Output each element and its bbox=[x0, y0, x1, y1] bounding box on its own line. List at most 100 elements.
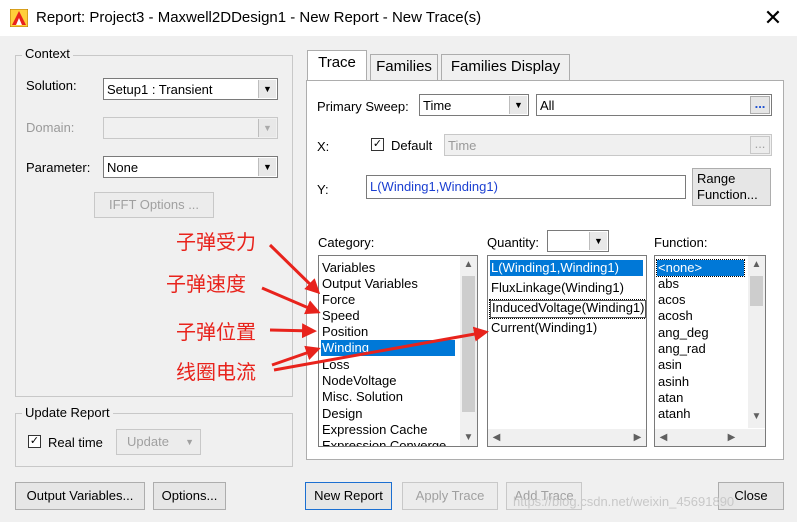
primary-sweep-value: Time bbox=[423, 98, 452, 113]
parameter-value: None bbox=[107, 160, 139, 175]
list-item[interactable]: Misc. Solution bbox=[321, 389, 403, 405]
context-legend: Context bbox=[22, 46, 73, 61]
scroll-thumb[interactable] bbox=[750, 276, 763, 306]
chevron-up-icon[interactable]: ▲ bbox=[460, 256, 477, 273]
function-list[interactable]: <none> abs acos acosh ang_deg ang_rad as… bbox=[654, 255, 766, 447]
list-item[interactable]: ang_rad bbox=[657, 341, 706, 357]
list-item[interactable]: NodeVoltage bbox=[321, 373, 396, 389]
solution-label: Solution: bbox=[26, 78, 77, 93]
chevron-down-icon[interactable]: ▼ bbox=[509, 96, 527, 114]
x-ellipsis-button[interactable]: ... bbox=[750, 136, 770, 154]
chevron-down-icon[interactable]: ▼ bbox=[460, 429, 477, 446]
range-function-button[interactable]: Range Function... bbox=[692, 168, 771, 206]
watermark: https://blog.csdn.net/weixin_45691890 bbox=[513, 494, 735, 509]
chevron-down-icon[interactable]: ▼ bbox=[748, 408, 765, 425]
x-value: Time bbox=[448, 138, 477, 153]
list-item[interactable]: Expression Converge bbox=[321, 438, 446, 446]
list-item[interactable]: asin bbox=[657, 357, 682, 373]
new-report-button[interactable]: New Report bbox=[305, 482, 392, 510]
list-item[interactable]: acosh bbox=[657, 308, 693, 324]
chevron-right-icon[interactable]: ▶ bbox=[629, 429, 646, 446]
solution-select[interactable]: Setup1 : Transient ▼ bbox=[103, 78, 278, 100]
y-field[interactable]: L(Winding1,Winding1) bbox=[366, 175, 686, 199]
range-function-line2: Function... bbox=[697, 187, 758, 202]
list-item[interactable]: atanh bbox=[657, 406, 691, 422]
scroll-thumb[interactable] bbox=[462, 276, 475, 412]
realtime-label: Real time bbox=[48, 435, 103, 450]
tab-trace[interactable]: Trace bbox=[307, 50, 367, 80]
ifft-options-button[interactable]: IFFT Options ... bbox=[94, 192, 214, 218]
y-value: L(Winding1,Winding1) bbox=[370, 179, 498, 194]
default-checkbox[interactable]: ✓ bbox=[371, 138, 384, 151]
list-item[interactable]: acos bbox=[657, 292, 685, 308]
list-item[interactable]: FluxLinkage(Winding1) bbox=[490, 280, 624, 296]
function-hscrollbar[interactable]: ◀ ▶ bbox=[655, 429, 765, 446]
list-item[interactable]: Force bbox=[321, 292, 355, 308]
chevron-up-icon[interactable]: ▲ bbox=[748, 256, 765, 273]
chevron-down-icon[interactable]: ▼ bbox=[258, 80, 276, 98]
chevron-down-icon[interactable]: ▼ bbox=[589, 232, 607, 250]
window-title: Report: Project3 - Maxwell2DDesign1 - Ne… bbox=[36, 9, 482, 26]
update-button-label: Update bbox=[127, 434, 169, 449]
list-item-selected[interactable]: L(Winding1,Winding1) bbox=[490, 260, 643, 276]
list-item[interactable]: atan bbox=[657, 390, 683, 406]
sweep-range-value: All bbox=[540, 98, 555, 113]
list-item-selected[interactable]: Winding bbox=[321, 340, 455, 356]
tab-families-display[interactable]: Families Display bbox=[441, 54, 570, 80]
annotation-bullet-force: 子弹受力 bbox=[176, 232, 256, 254]
list-item[interactable]: Output Variables bbox=[321, 276, 418, 292]
annotation-coil-current: 线圈电流 bbox=[176, 362, 256, 384]
list-item[interactable]: Current(Winding1) bbox=[490, 320, 597, 336]
list-item[interactable]: Speed bbox=[321, 308, 360, 324]
realtime-checkbox[interactable]: ✓ bbox=[28, 435, 41, 448]
app-icon bbox=[10, 9, 28, 27]
function-scrollbar[interactable]: ▲ ▼ bbox=[748, 256, 765, 428]
quantity-hscrollbar[interactable]: ◀ ▶ bbox=[488, 429, 646, 446]
primary-sweep-label: Primary Sweep: bbox=[317, 99, 409, 114]
list-item-selected[interactable]: <none> bbox=[656, 259, 745, 277]
parameter-select[interactable]: None ▼ bbox=[103, 156, 278, 178]
sweep-range-field[interactable]: All bbox=[536, 94, 772, 116]
tab-families[interactable]: Families bbox=[370, 54, 438, 80]
default-label: Default bbox=[391, 138, 433, 153]
parameter-label: Parameter: bbox=[26, 160, 91, 175]
chevron-right-icon[interactable]: ▶ bbox=[723, 429, 740, 446]
quantity-filter-select[interactable]: ▼ bbox=[547, 230, 609, 252]
category-label: Category: bbox=[318, 235, 375, 250]
list-item-hover[interactable]: InducedVoltage(Winding1) bbox=[489, 299, 646, 319]
sweep-range-ellipsis-button[interactable]: ... bbox=[750, 96, 770, 114]
list-item[interactable]: Design bbox=[321, 406, 362, 422]
update-report-legend: Update Report bbox=[22, 405, 113, 420]
primary-sweep-select[interactable]: Time ▼ bbox=[419, 94, 529, 116]
update-button[interactable]: Update ▼ bbox=[116, 429, 201, 455]
close-icon[interactable]: ✕ bbox=[758, 4, 788, 32]
list-item[interactable]: abs bbox=[657, 276, 679, 292]
domain-label: Domain: bbox=[26, 120, 75, 135]
function-label: Function: bbox=[654, 235, 708, 250]
apply-trace-button[interactable]: Apply Trace bbox=[402, 482, 498, 510]
list-item[interactable]: asinh bbox=[657, 374, 689, 390]
annotation-bullet-position: 子弹位置 bbox=[176, 322, 256, 344]
category-list[interactable]: Variables Output Variables Force Speed P… bbox=[318, 255, 478, 447]
domain-select[interactable]: ▼ bbox=[103, 117, 278, 139]
options-button[interactable]: Options... bbox=[153, 482, 226, 510]
chevron-down-icon: ▼ bbox=[258, 119, 276, 137]
quantity-list[interactable]: L(Winding1,Winding1) FluxLinkage(Winding… bbox=[487, 255, 647, 447]
x-field[interactable]: Time bbox=[444, 134, 772, 156]
output-variables-button[interactable]: Output Variables... bbox=[15, 482, 145, 510]
list-item[interactable]: Variables bbox=[321, 260, 375, 276]
range-function-line1: Range bbox=[697, 171, 736, 186]
chevron-left-icon[interactable]: ◀ bbox=[488, 429, 505, 446]
y-label: Y: bbox=[317, 182, 329, 197]
x-label: X: bbox=[317, 139, 330, 154]
list-item[interactable]: ang_deg bbox=[657, 325, 709, 341]
category-scrollbar[interactable]: ▲ ▼ bbox=[460, 256, 477, 446]
chevron-down-icon[interactable]: ▼ bbox=[258, 158, 276, 176]
list-item[interactable]: Expression Cache bbox=[321, 422, 428, 438]
chevron-left-icon[interactable]: ◀ bbox=[655, 429, 672, 446]
list-item[interactable]: Loss bbox=[321, 357, 349, 373]
quantity-label: Quantity: bbox=[487, 235, 540, 250]
chevron-down-icon: ▼ bbox=[185, 437, 194, 447]
solution-value: Setup1 : Transient bbox=[107, 82, 213, 97]
list-item[interactable]: Position bbox=[321, 324, 368, 340]
